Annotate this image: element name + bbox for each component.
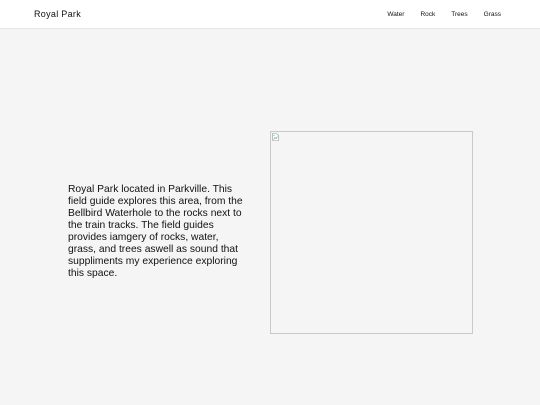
brand-link[interactable]: Royal Park [34,9,81,19]
park-image [270,131,473,334]
page: Royal Park Water Rock Trees Grass Royal … [0,0,540,405]
nav-item-rock[interactable]: Rock [420,11,435,18]
intro-text: Royal Park located in Parkville. This fi… [68,184,243,279]
nav-item-water[interactable]: Water [387,11,404,18]
broken-image-icon [272,133,279,141]
nav-item-trees[interactable]: Trees [451,11,467,18]
site-header: Royal Park Water Rock Trees Grass [0,0,540,29]
nav-item-grass[interactable]: Grass [484,11,501,18]
main-nav: Water Rock Trees Grass [387,11,501,18]
